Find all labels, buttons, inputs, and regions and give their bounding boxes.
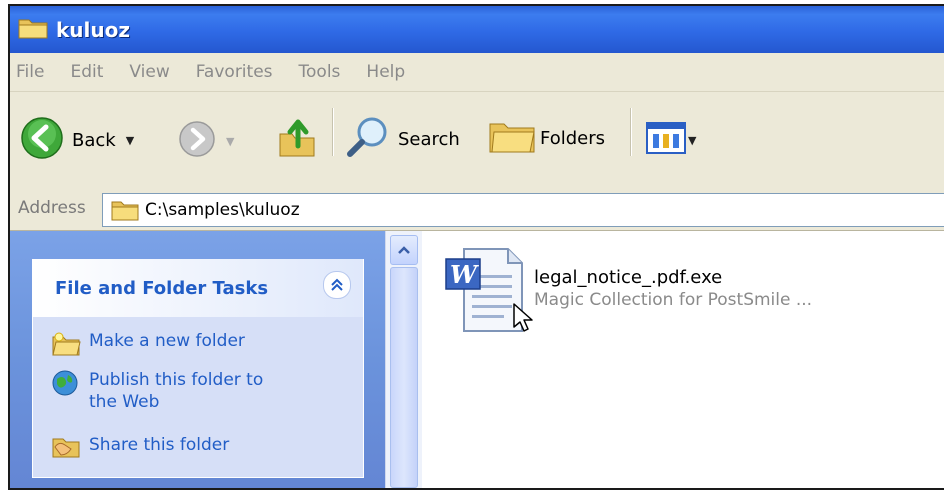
address-path: C:\samples\kuluoz <box>145 200 300 220</box>
back-dropdown-icon[interactable]: ▼ <box>126 134 134 147</box>
collapse-chevron-icon[interactable] <box>323 271 351 299</box>
search-icon <box>344 114 392 165</box>
task-pane: File and Folder Tasks Make a new folder <box>10 231 385 488</box>
address-label: Address <box>18 198 86 218</box>
file-folder-tasks-panel: File and Folder Tasks Make a new folder <box>32 259 364 478</box>
file-list-pane: W legal_notice_.pdf.exe Magic Collection… <box>422 231 944 488</box>
address-bar: Address C:\samples\kuluoz <box>10 188 944 231</box>
menu-help[interactable]: Help <box>366 62 405 82</box>
menu-file[interactable]: File <box>16 62 44 82</box>
task-label: Make a new folder <box>89 331 245 351</box>
back-arrow-icon <box>20 116 64 165</box>
publish-web-icon <box>51 369 81 396</box>
task-label: Share this folder <box>89 435 230 455</box>
back-button[interactable]: Back ▼ <box>20 116 134 165</box>
toolbar: Back ▼ ▼ Search Folders ▼ <box>10 92 944 189</box>
forward-arrow-icon <box>178 120 216 163</box>
vertical-scrollbar[interactable] <box>385 231 422 488</box>
new-folder-icon <box>51 331 81 357</box>
chevron-up-icon <box>398 246 410 254</box>
share-folder-icon <box>51 435 81 461</box>
menu-tools[interactable]: Tools <box>299 62 341 82</box>
scroll-thumb[interactable] <box>390 267 418 488</box>
toolbar-separator <box>630 108 631 156</box>
forward-button[interactable]: ▼ <box>178 120 234 163</box>
file-text: legal_notice_.pdf.exe Magic Collection f… <box>534 245 812 339</box>
up-folder-icon <box>276 114 318 165</box>
address-input[interactable]: C:\samples\kuluoz <box>102 193 944 227</box>
folders-label: Folders <box>540 128 606 149</box>
folder-icon <box>111 199 139 221</box>
up-folder-button[interactable] <box>276 114 318 165</box>
search-button[interactable]: Search <box>344 114 460 165</box>
file-name: legal_notice_.pdf.exe <box>534 267 723 288</box>
title-bar[interactable]: kuluoz <box>10 6 944 53</box>
forward-dropdown-icon[interactable]: ▼ <box>226 135 234 148</box>
menu-edit[interactable]: Edit <box>70 62 103 82</box>
task-publish-web[interactable]: Publish this folder to the Web <box>51 369 281 413</box>
folders-icon <box>488 116 536 161</box>
back-label: Back <box>72 130 116 151</box>
menu-bar: File Edit View Favorites Tools Help <box>10 53 944 92</box>
toolbar-separator <box>332 108 333 156</box>
menu-view[interactable]: View <box>129 62 169 82</box>
folders-button[interactable]: Folders <box>488 116 605 161</box>
views-dropdown-icon[interactable]: ▼ <box>688 134 696 147</box>
folder-icon <box>18 16 48 44</box>
search-label: Search <box>398 129 460 150</box>
task-share-folder[interactable]: Share this folder <box>51 435 229 461</box>
task-label: Publish this folder to the Web <box>89 370 264 412</box>
mouse-cursor-icon <box>512 303 534 337</box>
explorer-window: kuluoz File Edit View Favorites Tools He… <box>8 4 944 490</box>
menu-favorites[interactable]: Favorites <box>196 62 273 82</box>
panel-title: File and Folder Tasks <box>55 277 269 299</box>
file-item[interactable]: W legal_notice_.pdf.exe Magic Collection… <box>442 245 812 339</box>
panel-header[interactable]: File and Folder Tasks <box>33 259 363 317</box>
window-title: kuluoz <box>56 17 131 42</box>
scroll-up-button[interactable] <box>390 235 418 265</box>
file-description: Magic Collection for PostSmile ... <box>534 290 813 310</box>
task-make-new-folder[interactable]: Make a new folder <box>51 331 245 357</box>
svg-text:W: W <box>450 260 479 289</box>
views-button[interactable]: ▼ <box>646 122 696 159</box>
views-icon <box>646 122 686 159</box>
